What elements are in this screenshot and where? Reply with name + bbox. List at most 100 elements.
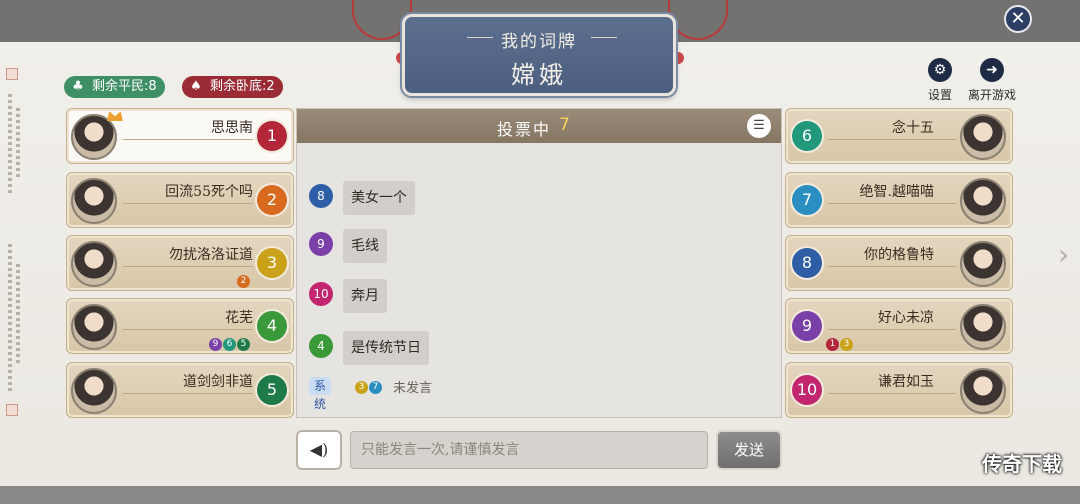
vote-dot: 9	[209, 338, 222, 351]
player-avatar	[71, 368, 117, 414]
seat-number: 3	[257, 248, 287, 278]
name-underline	[828, 203, 956, 204]
civilians-remaining: ♣ 剩余平民:8	[64, 76, 165, 98]
player-name: 你的格鲁特	[864, 247, 934, 263]
name-underline	[123, 329, 253, 330]
player-name: 谦君如玉	[878, 374, 934, 390]
vote-dot: 2	[237, 275, 250, 288]
name-underline	[123, 393, 253, 394]
spy-icon: ♠	[190, 79, 202, 94]
vote-dot: 7	[369, 381, 382, 394]
player-avatar	[960, 178, 1006, 224]
voting-count: 7	[559, 115, 570, 135]
player-name: 勿扰洛洛证道	[169, 247, 253, 263]
player-card[interactable]: 回流55死个吗 2	[66, 172, 294, 228]
player-card[interactable]: 思思南 1	[66, 108, 294, 164]
seal-stamp	[6, 68, 18, 80]
left-decoration	[4, 64, 30, 420]
vote-dot: 6	[223, 338, 236, 351]
word-card: 我的词牌 嫦娥	[402, 14, 676, 96]
leave-game-button[interactable]: ➜ 离开游戏	[964, 58, 1020, 103]
player-card[interactable]: 念十五 6	[785, 108, 1013, 164]
seat-number: 8	[792, 248, 822, 278]
vote-dot: 5	[237, 338, 250, 351]
name-underline	[123, 139, 253, 140]
leave-game-label: 离开游戏	[967, 88, 1016, 102]
name-underline	[123, 266, 253, 267]
player-card[interactable]: 谦君如玉 10	[785, 362, 1013, 418]
voice-button[interactable]: ◀)	[296, 430, 342, 470]
close-button[interactable]: ✕	[1004, 5, 1032, 33]
title-rule	[591, 37, 617, 38]
player-card[interactable]: 绝智.越喵喵 7	[785, 172, 1013, 228]
chevron-right-icon[interactable]: ›	[1058, 238, 1069, 271]
name-underline	[828, 393, 956, 394]
self-crown-icon	[107, 111, 123, 121]
received-votes: 13	[826, 331, 854, 351]
word-card-label: 我的词牌	[501, 32, 577, 52]
spies-label: 剩余卧底:2	[210, 79, 275, 94]
chat-input[interactable]	[350, 431, 708, 469]
sound-icon: ◀)	[309, 440, 329, 459]
player-name: 好心未凉	[878, 310, 934, 326]
spies-remaining: ♠ 剩余卧底:2	[182, 76, 283, 98]
player-name: 回流55死个吗	[165, 184, 253, 200]
player-card[interactable]: 你的格鲁特 8	[785, 235, 1013, 291]
voting-status: 投票中	[497, 120, 552, 139]
message-bubble: 毛线	[343, 229, 387, 263]
player-avatar	[960, 241, 1006, 287]
message-bubble: 是传统节日	[343, 331, 429, 365]
civilian-icon: ♣	[72, 79, 84, 94]
message-bubble: 奔月	[343, 279, 387, 313]
player-card[interactable]: 花芜 4 9 6 5	[66, 298, 294, 354]
decor-text	[8, 244, 12, 394]
player-avatar	[960, 368, 1006, 414]
system-text: 未发言	[393, 381, 433, 396]
vote-dot: 1	[826, 338, 839, 351]
player-name: 花芜	[225, 310, 253, 326]
seal-stamp	[6, 404, 18, 416]
message-seat: 8	[309, 184, 333, 208]
seat-number: 5	[257, 375, 287, 405]
message-bubble: 美女一个	[343, 181, 415, 215]
seat-number: 4	[257, 311, 287, 341]
chat-panel: 投票中 7 ☰ 8 美女一个 9 毛线 10 奔月 4 是传统节日 系统 37 未发言	[296, 108, 782, 418]
vote-dot: 3	[355, 381, 368, 394]
exit-icon: ➜	[980, 58, 1004, 82]
message-seat: 9	[309, 232, 333, 256]
seat-number: 1	[257, 121, 287, 151]
player-card[interactable]: 好心未凉 9 1 3	[785, 298, 1013, 354]
bottom-band	[0, 486, 1080, 504]
settings-button[interactable]: ⚙ 设置	[920, 58, 960, 103]
player-avatar	[71, 241, 117, 287]
unspoken-players: 37	[355, 378, 383, 394]
player-name: 道剑剑非道	[183, 374, 253, 390]
player-avatar	[960, 304, 1006, 350]
name-underline	[828, 329, 956, 330]
vote-dot: 3	[840, 338, 853, 351]
seat-number: 9	[792, 311, 822, 341]
vote-list-button[interactable]: ☰	[747, 114, 771, 138]
message-seat: 4	[309, 334, 333, 358]
seat-number: 7	[792, 185, 822, 215]
name-underline	[123, 203, 253, 204]
settings-label: 设置	[927, 88, 952, 102]
player-name: 绝智.越喵喵	[859, 184, 934, 200]
player-card[interactable]: 勿扰洛洛证道 3 2	[66, 235, 294, 291]
send-button[interactable]: 发送	[716, 430, 782, 470]
name-underline	[828, 139, 956, 140]
seat-number: 2	[257, 185, 287, 215]
player-card[interactable]: 道剑剑非道 5	[66, 362, 294, 418]
decor-text	[16, 264, 20, 364]
message-seat: 10	[309, 282, 333, 306]
player-name: 思思南	[211, 120, 253, 136]
player-avatar	[71, 178, 117, 224]
list-icon: ☰	[753, 118, 765, 133]
player-avatar	[71, 304, 117, 350]
received-votes: 965	[209, 331, 251, 351]
received-votes: 2	[237, 268, 251, 288]
name-underline	[828, 266, 956, 267]
civilians-label: 剩余平民:8	[92, 79, 157, 94]
system-tag: 系统	[309, 377, 332, 411]
close-icon: ✕	[1010, 8, 1026, 29]
